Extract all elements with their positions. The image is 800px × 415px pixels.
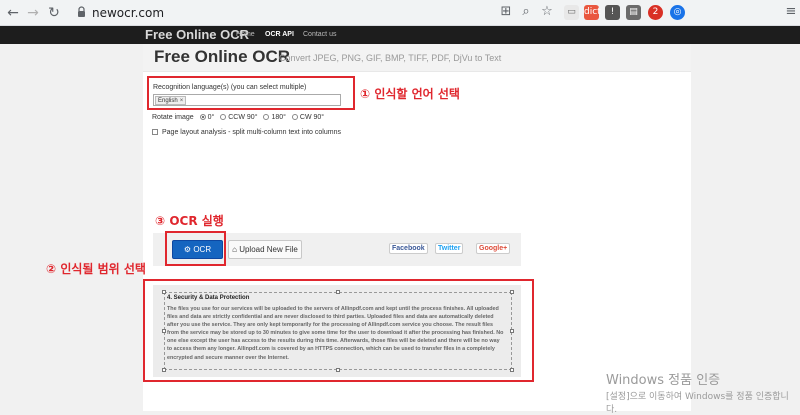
address-bar[interactable]: newocr.com	[92, 6, 164, 20]
extension-icon[interactable]: ◎	[670, 5, 685, 20]
menu-icon[interactable]: ≡	[782, 3, 800, 21]
annotation-box-range	[143, 279, 534, 382]
home-icon: ⌂	[232, 245, 237, 254]
watermark-title: Windows 정품 인증	[606, 373, 721, 388]
site-brand[interactable]: Free Online OCR	[145, 27, 249, 42]
lock-icon	[78, 6, 85, 17]
nav-link-contact[interactable]: Contact us	[303, 31, 336, 38]
browser-toolbar: ← → ↻ newocr.com ⊞ ⌕ ☆ ▭ dict ! ▤ 2 ◎ ≡	[0, 0, 800, 26]
rotate-options: Rotate image 0° CCW 90° 180° CW 90°	[152, 114, 324, 121]
google-plus-share-button[interactable]: Google+	[476, 243, 511, 254]
page-subtitle: Convert JPEG, PNG, GIF, BMP, TIFF, PDF, …	[279, 53, 502, 63]
reload-icon[interactable]: ↻	[45, 4, 63, 22]
nav-link-ocr-api[interactable]: OCR API	[265, 31, 294, 38]
annotation-step2: ② 인식될 범위 선택	[46, 262, 146, 276]
badge-extension-icon[interactable]: 2	[648, 5, 663, 20]
back-icon[interactable]: ←	[4, 4, 22, 22]
layout-analysis-checkbox[interactable]	[152, 129, 158, 136]
radio-rotate-ccw90[interactable]	[220, 114, 227, 121]
dictionary-extension-icon[interactable]: dict	[584, 5, 601, 20]
facebook-share-button[interactable]: Facebook	[389, 243, 428, 254]
zoom-icon[interactable]: ⌕	[517, 3, 535, 21]
rotate-option-label: 180°	[271, 114, 286, 121]
radio-rotate-0[interactable]	[199, 114, 206, 121]
rotate-option-label: CW 90°	[299, 114, 325, 121]
layout-analysis-label: Page layout analysis - split multi-colum…	[162, 129, 341, 136]
forward-icon[interactable]: →	[24, 4, 42, 22]
annotation-step1: ① 인식할 언어 선택	[360, 87, 460, 101]
extension-icon[interactable]: ▤	[626, 5, 641, 20]
extension-icon[interactable]: !	[605, 5, 620, 20]
rotate-option-label: 0°	[207, 114, 215, 121]
twitter-share-button[interactable]: Twitter	[435, 243, 464, 254]
watermark-text: [설정]으로 이동하여 Windows를 정품 인증합니	[606, 392, 789, 402]
layout-analysis-option: Page layout analysis - split multi-colum…	[152, 129, 341, 136]
upload-new-file-button[interactable]: ⌂ Upload New File	[228, 240, 302, 259]
page-header: Free Online OCR Convert JPEG, PNG, GIF, …	[143, 44, 691, 72]
radio-rotate-180[interactable]	[263, 114, 270, 121]
rotate-label: Rotate image	[152, 114, 194, 121]
upload-button-label: Upload New File	[239, 245, 298, 254]
windows-activation-watermark: Windows 정품 인증 [설정]으로 이동하여 Windows를 정품 인증…	[606, 369, 800, 415]
rotate-option-label: CCW 90°	[228, 114, 258, 121]
translate-icon[interactable]: ⊞	[497, 3, 515, 21]
nav-link-home[interactable]: Home	[236, 31, 255, 38]
star-icon[interactable]: ☆	[538, 3, 556, 21]
extension-icon[interactable]: ▭	[564, 5, 579, 20]
radio-rotate-cw90[interactable]	[291, 114, 298, 121]
annotation-box-ocr	[165, 231, 226, 266]
watermark-text: 다.	[606, 405, 618, 415]
annotation-step3: ③ OCR 실행	[155, 214, 224, 228]
page-title: Free Online OCR	[154, 47, 291, 66]
annotation-box-language	[147, 76, 355, 110]
site-navbar: Free Online OCR Home OCR API Contact us	[0, 26, 800, 44]
